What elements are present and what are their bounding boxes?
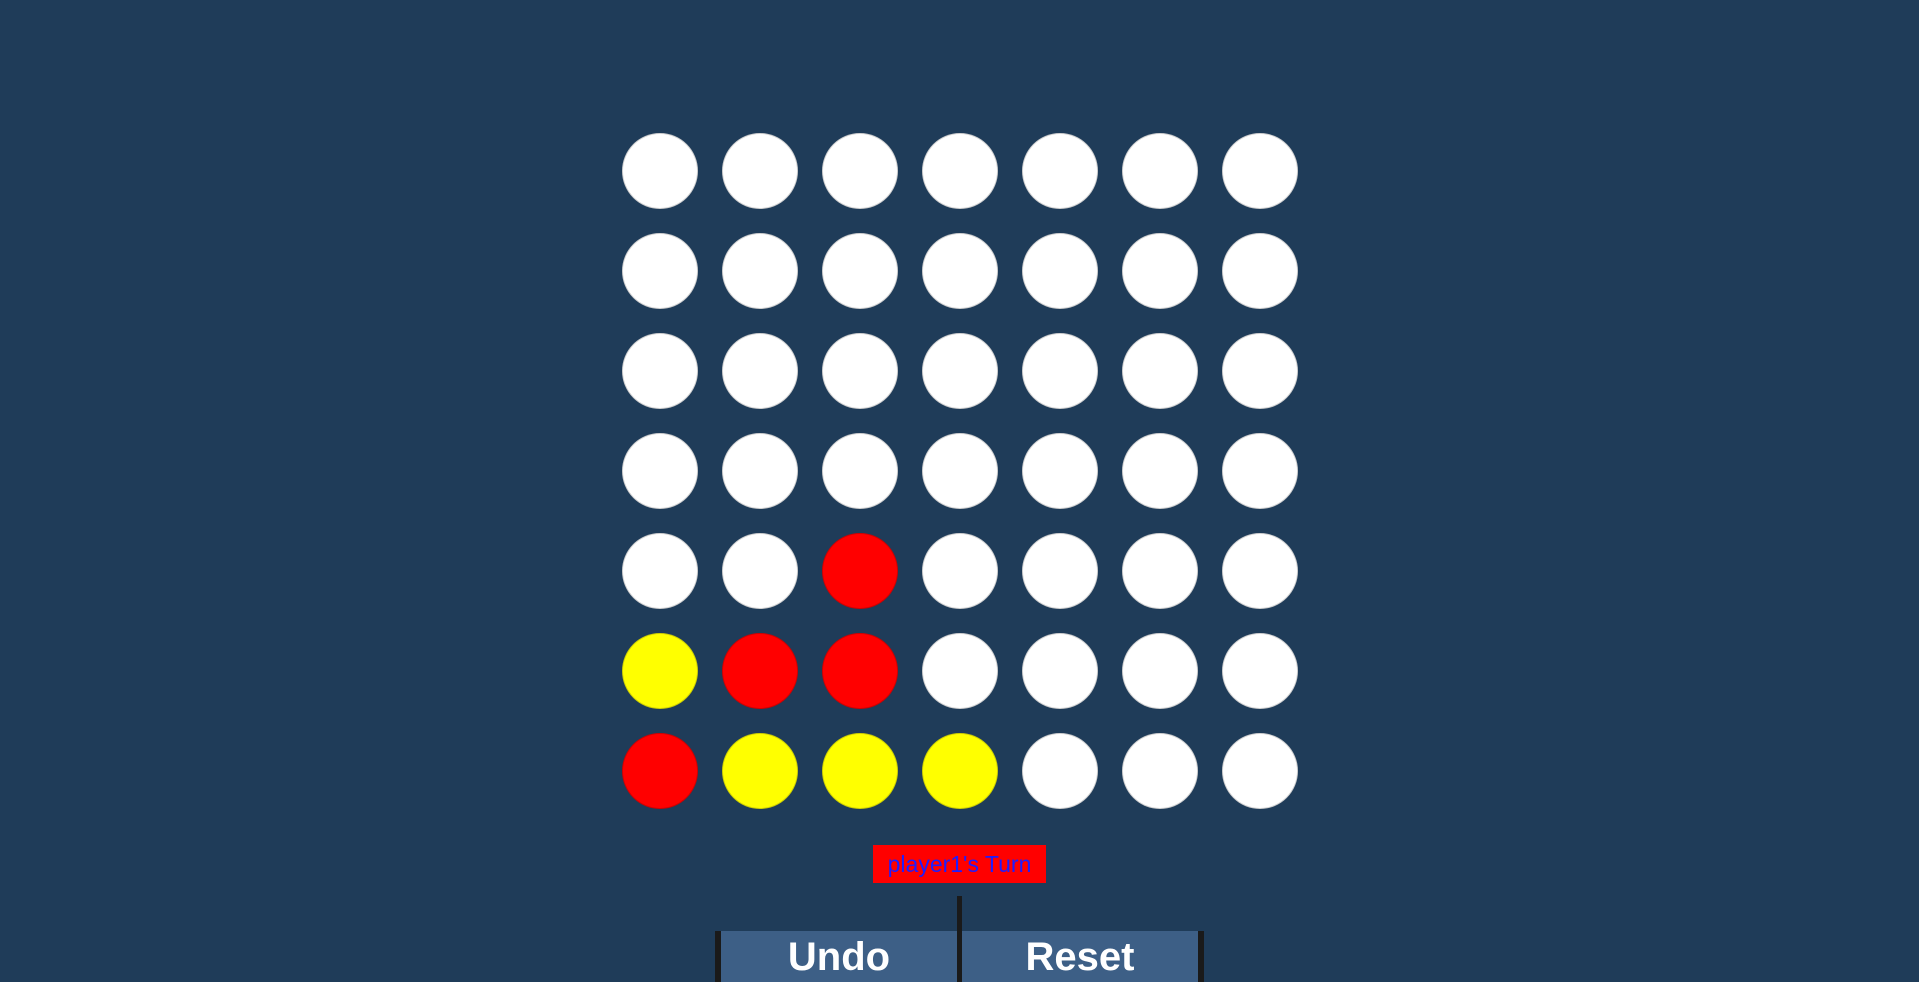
board-cell-empty-disc[interactable] — [922, 333, 998, 409]
board-cell-empty-disc[interactable] — [722, 433, 798, 509]
divider-right — [1198, 931, 1204, 982]
board-cell-empty-disc[interactable] — [922, 133, 998, 209]
turn-indicator: player1's Turn — [873, 845, 1046, 883]
board-cell-empty-disc[interactable] — [1022, 733, 1098, 809]
board-cell-empty-disc[interactable] — [1222, 633, 1298, 709]
board-cell-empty-disc[interactable] — [1022, 533, 1098, 609]
reset-button[interactable]: Reset — [962, 931, 1198, 982]
board-cell-empty-disc[interactable] — [622, 233, 698, 309]
undo-button[interactable]: Undo — [721, 931, 957, 982]
board-cell-empty-disc[interactable] — [1022, 633, 1098, 709]
board-cell-empty-disc[interactable] — [1122, 733, 1198, 809]
board-cell-yellow-disc[interactable] — [922, 733, 998, 809]
board-cell-empty-disc[interactable] — [1022, 333, 1098, 409]
board-cell-red-disc[interactable] — [822, 633, 898, 709]
board-cell-empty-disc[interactable] — [1222, 533, 1298, 609]
board-cell-empty-disc[interactable] — [1122, 533, 1198, 609]
board-cell-empty-disc[interactable] — [922, 433, 998, 509]
board-cell-empty-disc[interactable] — [922, 633, 998, 709]
board-cell-empty-disc[interactable] — [822, 433, 898, 509]
board-cell-empty-disc[interactable] — [1222, 333, 1298, 409]
board-cell-empty-disc[interactable] — [722, 333, 798, 409]
board-cell-empty-disc[interactable] — [622, 533, 698, 609]
board-cell-empty-disc[interactable] — [1122, 333, 1198, 409]
board-cell-red-disc[interactable] — [622, 733, 698, 809]
board-cell-red-disc[interactable] — [722, 633, 798, 709]
board-cell-empty-disc[interactable] — [822, 133, 898, 209]
board-cell-empty-disc[interactable] — [722, 533, 798, 609]
board-cell-empty-disc[interactable] — [822, 333, 898, 409]
board-cell-empty-disc[interactable] — [922, 233, 998, 309]
board-cell-empty-disc[interactable] — [1022, 433, 1098, 509]
board-cell-empty-disc[interactable] — [1022, 133, 1098, 209]
board-cell-empty-disc[interactable] — [1122, 233, 1198, 309]
board-cell-empty-disc[interactable] — [1222, 133, 1298, 209]
board-cell-empty-disc[interactable] — [1222, 733, 1298, 809]
board-cell-empty-disc[interactable] — [1222, 433, 1298, 509]
board-cell-empty-disc[interactable] — [822, 233, 898, 309]
board-cell-yellow-disc[interactable] — [822, 733, 898, 809]
board-cell-empty-disc[interactable] — [1122, 633, 1198, 709]
board-cell-empty-disc[interactable] — [1122, 133, 1198, 209]
board-cell-red-disc[interactable] — [822, 533, 898, 609]
board-cell-empty-disc[interactable] — [1022, 233, 1098, 309]
board-cell-empty-disc[interactable] — [1222, 233, 1298, 309]
board-cell-empty-disc[interactable] — [1122, 433, 1198, 509]
board-cell-empty-disc[interactable] — [622, 433, 698, 509]
board-cell-yellow-disc[interactable] — [722, 733, 798, 809]
board-cell-empty-disc[interactable] — [622, 333, 698, 409]
game-board — [622, 133, 1302, 813]
board-cell-empty-disc[interactable] — [722, 233, 798, 309]
board-cell-empty-disc[interactable] — [622, 133, 698, 209]
board-cell-empty-disc[interactable] — [922, 533, 998, 609]
board-cell-yellow-disc[interactable] — [622, 633, 698, 709]
board-cell-empty-disc[interactable] — [722, 133, 798, 209]
